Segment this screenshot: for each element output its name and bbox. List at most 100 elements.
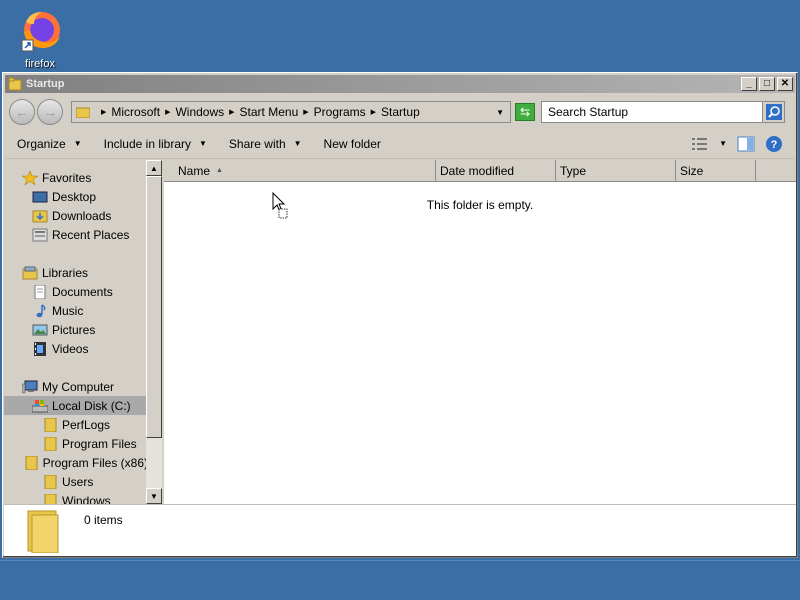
scroll-thumb[interactable] (146, 176, 162, 438)
nav-item-documents[interactable]: Documents (4, 282, 148, 301)
nav-item-recent-places[interactable]: Recent Places (4, 225, 148, 244)
folder-icon (44, 493, 57, 504)
minimize-button[interactable]: _ (741, 77, 757, 91)
column-date-modified[interactable]: Date modified (436, 160, 556, 182)
nav-item-favorites[interactable]: Favorites (4, 168, 148, 187)
chevron-right-icon[interactable]: ▶ (101, 108, 106, 116)
organize-button[interactable]: Organize ▼ (17, 137, 82, 151)
star-icon (22, 170, 38, 185)
close-icon: ✕ (780, 78, 790, 89)
share-with-button[interactable]: Share with ▼ (229, 137, 302, 151)
sort-ascending-icon: ▲ (216, 167, 223, 174)
chevron-down-icon[interactable]: ▼ (496, 108, 504, 117)
nav-item-pictures[interactable]: Pictures (4, 320, 148, 339)
nav-item-perflogs[interactable]: PerfLogs (4, 415, 148, 434)
minimize-icon: _ (746, 78, 752, 89)
chevron-right-icon[interactable]: ▶ (371, 108, 376, 116)
refresh-icon: ⇆ (519, 105, 531, 119)
breadcrumb-item[interactable]: Startup (381, 105, 420, 119)
column-name[interactable]: Name ▲ (164, 160, 436, 182)
scroll-down-button[interactable]: ▼ (146, 488, 162, 504)
chevron-down-icon: ▼ (199, 139, 207, 148)
nav-scrollbar[interactable]: ▲ ▼ (146, 160, 162, 504)
nav-label: Desktop (52, 189, 97, 204)
nav-item-windows[interactable]: Windows (4, 491, 148, 504)
column-filler (756, 160, 796, 182)
videos-icon (34, 341, 46, 356)
nav-item-videos[interactable]: Videos (4, 339, 148, 358)
empty-folder-message: This folder is empty. (426, 198, 534, 212)
share-with-label: Share with (228, 136, 286, 151)
nav-item-music[interactable]: Music (4, 301, 148, 320)
nav-label: My Computer (42, 379, 115, 394)
svg-text:?: ? (771, 139, 778, 151)
chevron-down-icon: ▼ (73, 139, 82, 148)
nav-item-my-computer[interactable]: My Computer (4, 377, 148, 396)
include-in-library-label: Include in library (103, 136, 191, 151)
column-label: Type (560, 163, 587, 178)
file-list[interactable]: Name ▲ Date modified Type Size This fold… (164, 160, 796, 504)
column-type[interactable]: Type (556, 160, 676, 182)
address-row: ← → ▶ Microsoft ▶ Windows ▶ Start Menu ▶… (5, 95, 795, 129)
search-input[interactable]: Search Startup (541, 101, 763, 123)
breadcrumb-item[interactable]: Windows (175, 105, 224, 119)
organize-label: Organize (17, 136, 66, 151)
command-bar: Organize ▼ Include in library ▼ Share wi… (5, 129, 795, 159)
downloads-folder-icon (32, 210, 48, 222)
title-bar[interactable]: Startup _ □ ✕ (5, 75, 795, 93)
breadcrumb-item[interactable]: Microsoft (111, 105, 160, 119)
nav-item-libraries[interactable]: Libraries (4, 263, 148, 282)
folder-icon (44, 474, 57, 489)
chevron-right-icon[interactable]: ▶ (303, 108, 308, 116)
address-bar[interactable]: ▶ Microsoft ▶ Windows ▶ Start Menu ▶ Pro… (71, 101, 511, 123)
column-header: Name ▲ Date modified Type Size (164, 160, 796, 182)
nav-item-program-files[interactable]: Program Files (4, 434, 148, 453)
nav-item-desktop[interactable]: Desktop (4, 187, 148, 206)
breadcrumb-item[interactable]: Programs (314, 105, 366, 119)
breadcrumb-item[interactable]: Start Menu (240, 105, 299, 119)
help-icon[interactable]: ? (765, 135, 783, 153)
item-count: 0 items (84, 513, 123, 527)
chevron-down-icon[interactable]: ▼ (719, 139, 727, 148)
view-options-icon[interactable] (691, 137, 709, 151)
nav-label: Local Disk (C:) (52, 398, 131, 413)
preview-pane-icon[interactable] (737, 136, 755, 152)
folder-icon (27, 510, 59, 553)
desktop-icon-label: firefox (25, 58, 55, 70)
documents-icon (34, 284, 46, 299)
nav-item-local-disk[interactable]: Local Disk (C:) (4, 396, 148, 415)
breadcrumb: ▶ Microsoft ▶ Windows ▶ Start Menu ▶ Pro… (96, 105, 420, 119)
column-size[interactable]: Size (676, 160, 756, 182)
maximize-button[interactable]: □ (759, 77, 775, 91)
include-in-library-button[interactable]: Include in library ▼ (104, 137, 207, 151)
forward-arrow-icon: → (43, 104, 57, 120)
nav-item-downloads[interactable]: Downloads (4, 206, 148, 225)
back-arrow-icon: ← (15, 104, 29, 120)
folder-icon (44, 436, 57, 451)
nav-label: Videos (52, 341, 89, 356)
column-label: Size (680, 163, 704, 178)
back-button[interactable]: ← (9, 99, 35, 125)
forward-button[interactable]: → (37, 99, 63, 125)
new-folder-label: New folder (323, 136, 381, 151)
column-label: Name (178, 163, 211, 178)
music-icon (36, 303, 46, 317)
refresh-button[interactable]: ⇆ (515, 103, 535, 121)
drive-icon (32, 399, 48, 412)
close-button[interactable]: ✕ (777, 77, 793, 91)
chevron-down-icon: ▼ (293, 139, 302, 148)
nav-label: Documents (52, 284, 113, 299)
chevron-right-icon[interactable]: ▶ (229, 108, 234, 116)
new-folder-button[interactable]: New folder (324, 137, 381, 151)
chevron-right-icon[interactable]: ▶ (165, 108, 170, 116)
nav-label: Windows (62, 493, 111, 505)
nav-item-users[interactable]: Users (4, 472, 148, 491)
folder-icon (25, 455, 38, 470)
scroll-up-button[interactable]: ▲ (146, 160, 162, 176)
desktop-icon-firefox[interactable]: firefox (10, 6, 70, 72)
search-button[interactable] (763, 101, 785, 123)
nav-label: Users (62, 474, 94, 489)
navigation-pane: Favorites Desktop Downloads Recent Place… (4, 160, 148, 504)
folder-icon (8, 77, 22, 91)
nav-item-program-files-x86[interactable]: Program Files (x86) (4, 453, 148, 472)
